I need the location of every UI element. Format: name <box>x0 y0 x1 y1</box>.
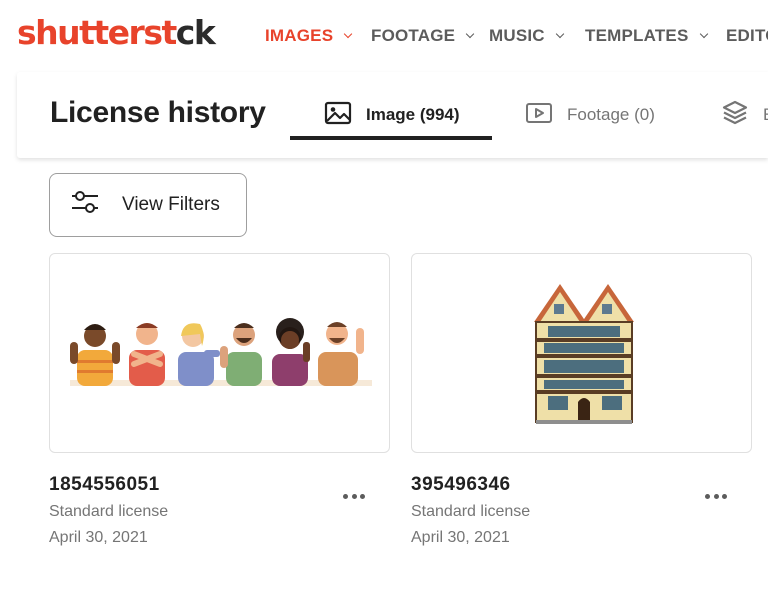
license-card-image[interactable] <box>411 253 752 453</box>
sliders-icon <box>70 189 100 221</box>
active-tab-indicator <box>290 136 492 140</box>
tudor-house-illustration <box>534 284 634 424</box>
nav-images-label: IMAGES <box>265 26 334 45</box>
more-dot <box>351 493 357 499</box>
card-license-date: April 30, 2021 <box>411 529 510 546</box>
tab-image[interactable]: Image (994) <box>324 100 460 130</box>
chevron-down-icon <box>699 29 708 39</box>
page-title: License history <box>50 96 266 129</box>
tab-image-label: Image (994) <box>366 105 460 124</box>
more-options-button[interactable] <box>701 486 731 506</box>
card-image-id: 1854556051 <box>49 474 160 495</box>
tab-footage-label: Footage (0) <box>567 105 655 124</box>
card-image-id: 395496346 <box>411 474 511 495</box>
more-dot <box>343 493 348 499</box>
tab-editorial[interactable]: E <box>721 100 768 130</box>
shutterstock-logo[interactable]: shutterstck <box>17 13 216 52</box>
more-options-button[interactable] <box>339 486 369 506</box>
tab-editorial-label: E <box>763 105 768 125</box>
nav-editor[interactable]: EDITO <box>726 26 768 46</box>
nav-footage-label: FOOTAGE <box>371 26 456 45</box>
logo-text-part2: ck <box>175 13 216 52</box>
chevron-down-icon <box>555 29 565 39</box>
nav-music-label: MUSIC <box>489 26 545 45</box>
more-dot <box>360 493 365 499</box>
top-nav: shutterstck IMAGES FOOTAGE MUSIC TEMPLAT… <box>0 0 768 70</box>
more-dot <box>713 493 719 499</box>
license-card-image[interactable] <box>49 253 390 453</box>
nav-editor-label: EDITO <box>726 26 768 45</box>
image-icon <box>324 101 352 130</box>
license-history-header: License history Image (994) Footage (0) <box>17 72 768 158</box>
nav-footage[interactable]: FOOTAGE <box>371 26 475 46</box>
view-filters-label: View Filters <box>122 194 220 215</box>
layers-icon <box>721 99 749 132</box>
view-filters-button[interactable]: View Filters <box>49 173 247 237</box>
more-dot <box>705 493 710 499</box>
nav-templates-label: TEMPLATES <box>585 26 689 45</box>
more-dot <box>722 493 727 499</box>
tab-footage[interactable]: Footage (0) <box>525 100 655 130</box>
card-license-type: Standard license <box>49 503 169 520</box>
card-license-date: April 30, 2021 <box>49 529 148 546</box>
diverse-people-illustration <box>70 318 372 386</box>
chevron-down-icon <box>465 29 475 39</box>
nav-images[interactable]: IMAGES <box>265 26 353 46</box>
chevron-down-icon <box>344 29 353 39</box>
card-license-type: Standard license <box>411 503 531 520</box>
video-icon <box>525 101 553 130</box>
logo-text-part1: shutterst <box>17 13 177 52</box>
nav-music[interactable]: MUSIC <box>489 26 565 46</box>
nav-templates[interactable]: TEMPLATES <box>585 26 708 46</box>
